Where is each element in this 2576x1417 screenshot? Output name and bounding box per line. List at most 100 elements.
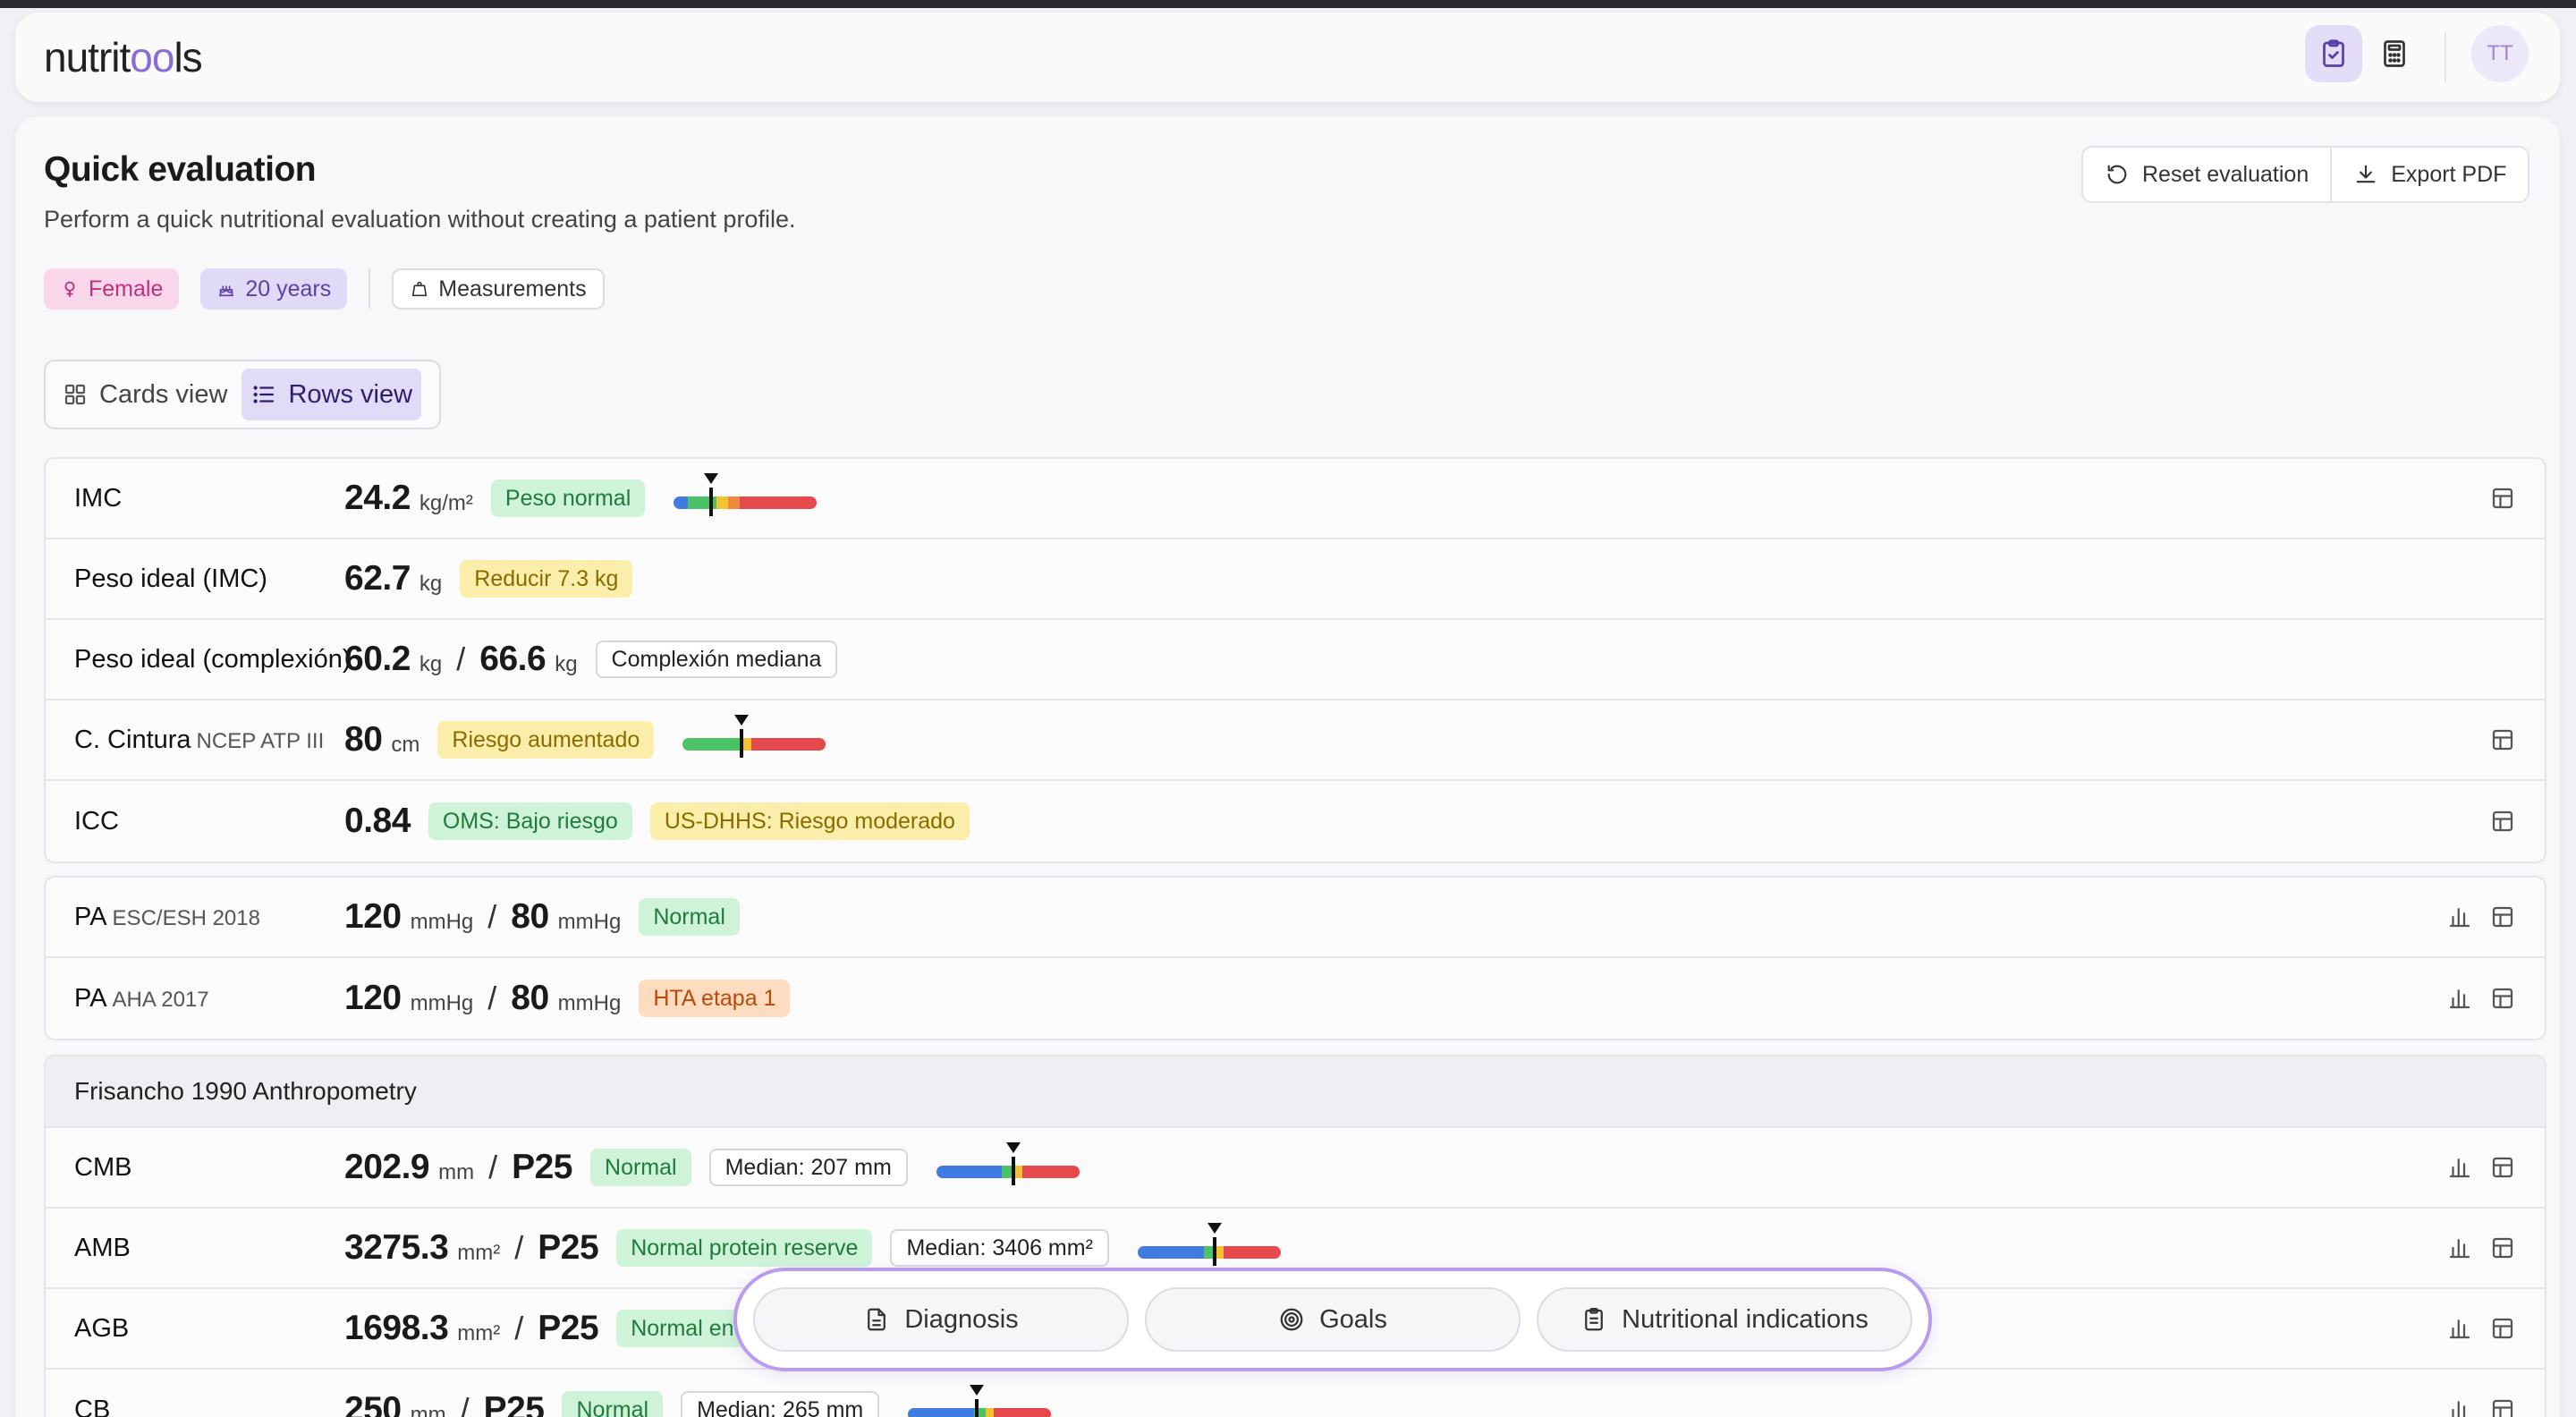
- nutritional-indications-button[interactable]: Nutritional indications: [1537, 1287, 1912, 1352]
- metric-label: IMC: [74, 483, 123, 513]
- age-label: 20 years: [245, 276, 332, 301]
- row-actions: [2446, 1235, 2516, 1261]
- metric-row: Peso ideal (IMC) 62.7 kg Reducir 7.3 kg: [46, 539, 2545, 620]
- export-pdf-button[interactable]: Export PDF: [2330, 148, 2528, 201]
- table-icon[interactable]: [2489, 726, 2516, 753]
- nutritools-logo[interactable]: nutritools: [44, 32, 203, 82]
- header-divider: [2445, 32, 2446, 82]
- metric-value-group: 0.84 OMS: Bajo riesgo US-DHHS: Riesgo mode…: [344, 802, 970, 841]
- metric-sublabel: AHA 2017: [112, 987, 209, 1012]
- gauge-needle: [708, 488, 713, 516]
- user-avatar[interactable]: TT: [2471, 25, 2529, 82]
- bar-chart-icon[interactable]: [2446, 1396, 2473, 1417]
- row-actions: [2489, 485, 2516, 512]
- metric-value-secondary: 80: [511, 979, 549, 1017]
- metric-label: PA ESC/ESH 2018: [74, 902, 260, 931]
- metric-unit: kg/m²: [419, 491, 473, 515]
- sex-label: Female: [89, 276, 164, 301]
- row-actions: [2446, 904, 2516, 930]
- value-separator: /: [456, 641, 466, 677]
- logo-text: nutrit: [44, 34, 131, 81]
- gauge-segment: [908, 1408, 974, 1417]
- bar-chart-icon[interactable]: [2446, 1154, 2473, 1181]
- range-gauge: [1137, 1223, 1281, 1266]
- goals-button[interactable]: Goals: [1145, 1287, 1521, 1352]
- metric-label: AMB: [74, 1233, 131, 1262]
- status-badge: Complexión mediana: [595, 641, 838, 678]
- status-badge: Median: 265 mm: [681, 1391, 880, 1417]
- diagnosis-button[interactable]: Diagnosis: [753, 1287, 1129, 1352]
- bar-chart-icon[interactable]: [2446, 985, 2473, 1012]
- metric-value-secondary: P25: [483, 1390, 545, 1417]
- metric-label: CB: [74, 1395, 111, 1417]
- measurements-chip[interactable]: Measurements: [392, 268, 605, 310]
- range-gauge: [682, 715, 826, 758]
- app-header: nutritools TT: [15, 13, 2560, 102]
- table-icon[interactable]: [2489, 1315, 2516, 1342]
- gauge-needle: [739, 729, 743, 758]
- row-actions: [2446, 1396, 2516, 1417]
- row-actions: [2446, 985, 2516, 1012]
- table-icon[interactable]: [2489, 904, 2516, 930]
- metric-value-secondary: P25: [538, 1228, 599, 1267]
- rows-view-button[interactable]: Rows view: [242, 369, 422, 420]
- metric-row: CB 250 mm / P25 Normal Median: 265 mm: [46, 1370, 2545, 1417]
- metric-row: C. Cintura NCEP ATP III 80 cm Riesgo aumenta…: [46, 700, 2545, 781]
- metric-value-group: 120 mmHg / 80 mmHg Normal: [344, 897, 740, 937]
- metric-unit: mm: [410, 1403, 446, 1417]
- metric-unit-secondary: mmHg: [557, 991, 622, 1015]
- bar-chart-icon[interactable]: [2446, 1235, 2473, 1261]
- table-icon[interactable]: [2489, 985, 2516, 1012]
- metric-unit: mm: [438, 1160, 475, 1184]
- clipboard-check-icon[interactable]: [2305, 25, 2362, 82]
- age-chip[interactable]: 20 years: [200, 268, 348, 310]
- metric-value-group: 250 mm / P25 Normal Median: 265 mm: [344, 1385, 1052, 1417]
- table-icon[interactable]: [2489, 485, 2516, 512]
- status-badge: US-DHHS: Riesgo moderado: [649, 802, 970, 840]
- table-icon[interactable]: [2489, 1154, 2516, 1181]
- table-icon[interactable]: [2489, 1396, 2516, 1417]
- cards-view-label: Cards view: [99, 379, 228, 409]
- sex-chip[interactable]: Female: [44, 268, 180, 310]
- document-icon: [868, 1308, 886, 1331]
- table-icon[interactable]: [2489, 808, 2516, 835]
- gauge-segment: [716, 496, 729, 509]
- gauge-segment: [985, 1408, 995, 1417]
- bar-chart-icon[interactable]: [2446, 1315, 2473, 1342]
- metric-value: 80: [344, 720, 383, 759]
- gauge-segment: [751, 738, 826, 751]
- status-badge: Reducir 7.3 kg: [460, 560, 633, 598]
- range-gauge: [908, 1385, 1052, 1417]
- row-actions: [2489, 808, 2516, 835]
- gauge-marker-icon: [970, 1385, 985, 1396]
- reset-icon: [2107, 165, 2127, 184]
- gauge-segment: [994, 1408, 1052, 1417]
- calculator-icon[interactable]: [2366, 25, 2423, 82]
- gauge-segment: [674, 496, 689, 509]
- reset-evaluation-button[interactable]: Reset evaluation: [2083, 148, 2330, 201]
- metric-value-group: 202.9 mm / P25 Normal Median: 207 mm: [344, 1142, 1080, 1187]
- metric-value-secondary: P25: [512, 1148, 573, 1186]
- metric-value-group: 24.2 kg/m² Peso normal: [344, 473, 818, 518]
- metric-row: CMB 202.9 mm / P25 Normal Median: 207 mm: [46, 1128, 2545, 1209]
- status-badge: Normal en: [616, 1310, 749, 1347]
- bar-chart-icon[interactable]: [2446, 904, 2473, 930]
- metric-value: 0.84: [344, 802, 411, 840]
- value-separator: /: [487, 898, 497, 935]
- blood-pressure-card: PA ESC/ESH 2018 120 mmHg / 80 mmHg Normal PA AHA …: [44, 876, 2546, 1040]
- status-badge: Normal: [639, 898, 740, 936]
- metric-unit: mmHg: [410, 991, 474, 1015]
- cards-view-button[interactable]: Cards view: [53, 369, 236, 420]
- metric-value-secondary: 66.6: [479, 640, 547, 678]
- metric-unit: kg: [419, 652, 443, 676]
- weight-icon: [412, 281, 428, 297]
- metric-row: IMC 24.2 kg/m² Peso normal: [46, 459, 2545, 539]
- metric-row: Peso ideal (complexión) 60.2 kg / 66.6 kg Comp…: [46, 620, 2545, 700]
- metric-label: CMB: [74, 1152, 132, 1182]
- status-badge: HTA etapa 1: [639, 980, 791, 1017]
- metric-value-group: 120 mmHg / 80 mmHg HTA etapa 1: [344, 979, 791, 1018]
- gauge-segment: [1137, 1246, 1204, 1259]
- table-icon[interactable]: [2489, 1235, 2516, 1261]
- gauge-segment: [742, 738, 752, 751]
- metric-unit: mm²: [457, 1241, 501, 1265]
